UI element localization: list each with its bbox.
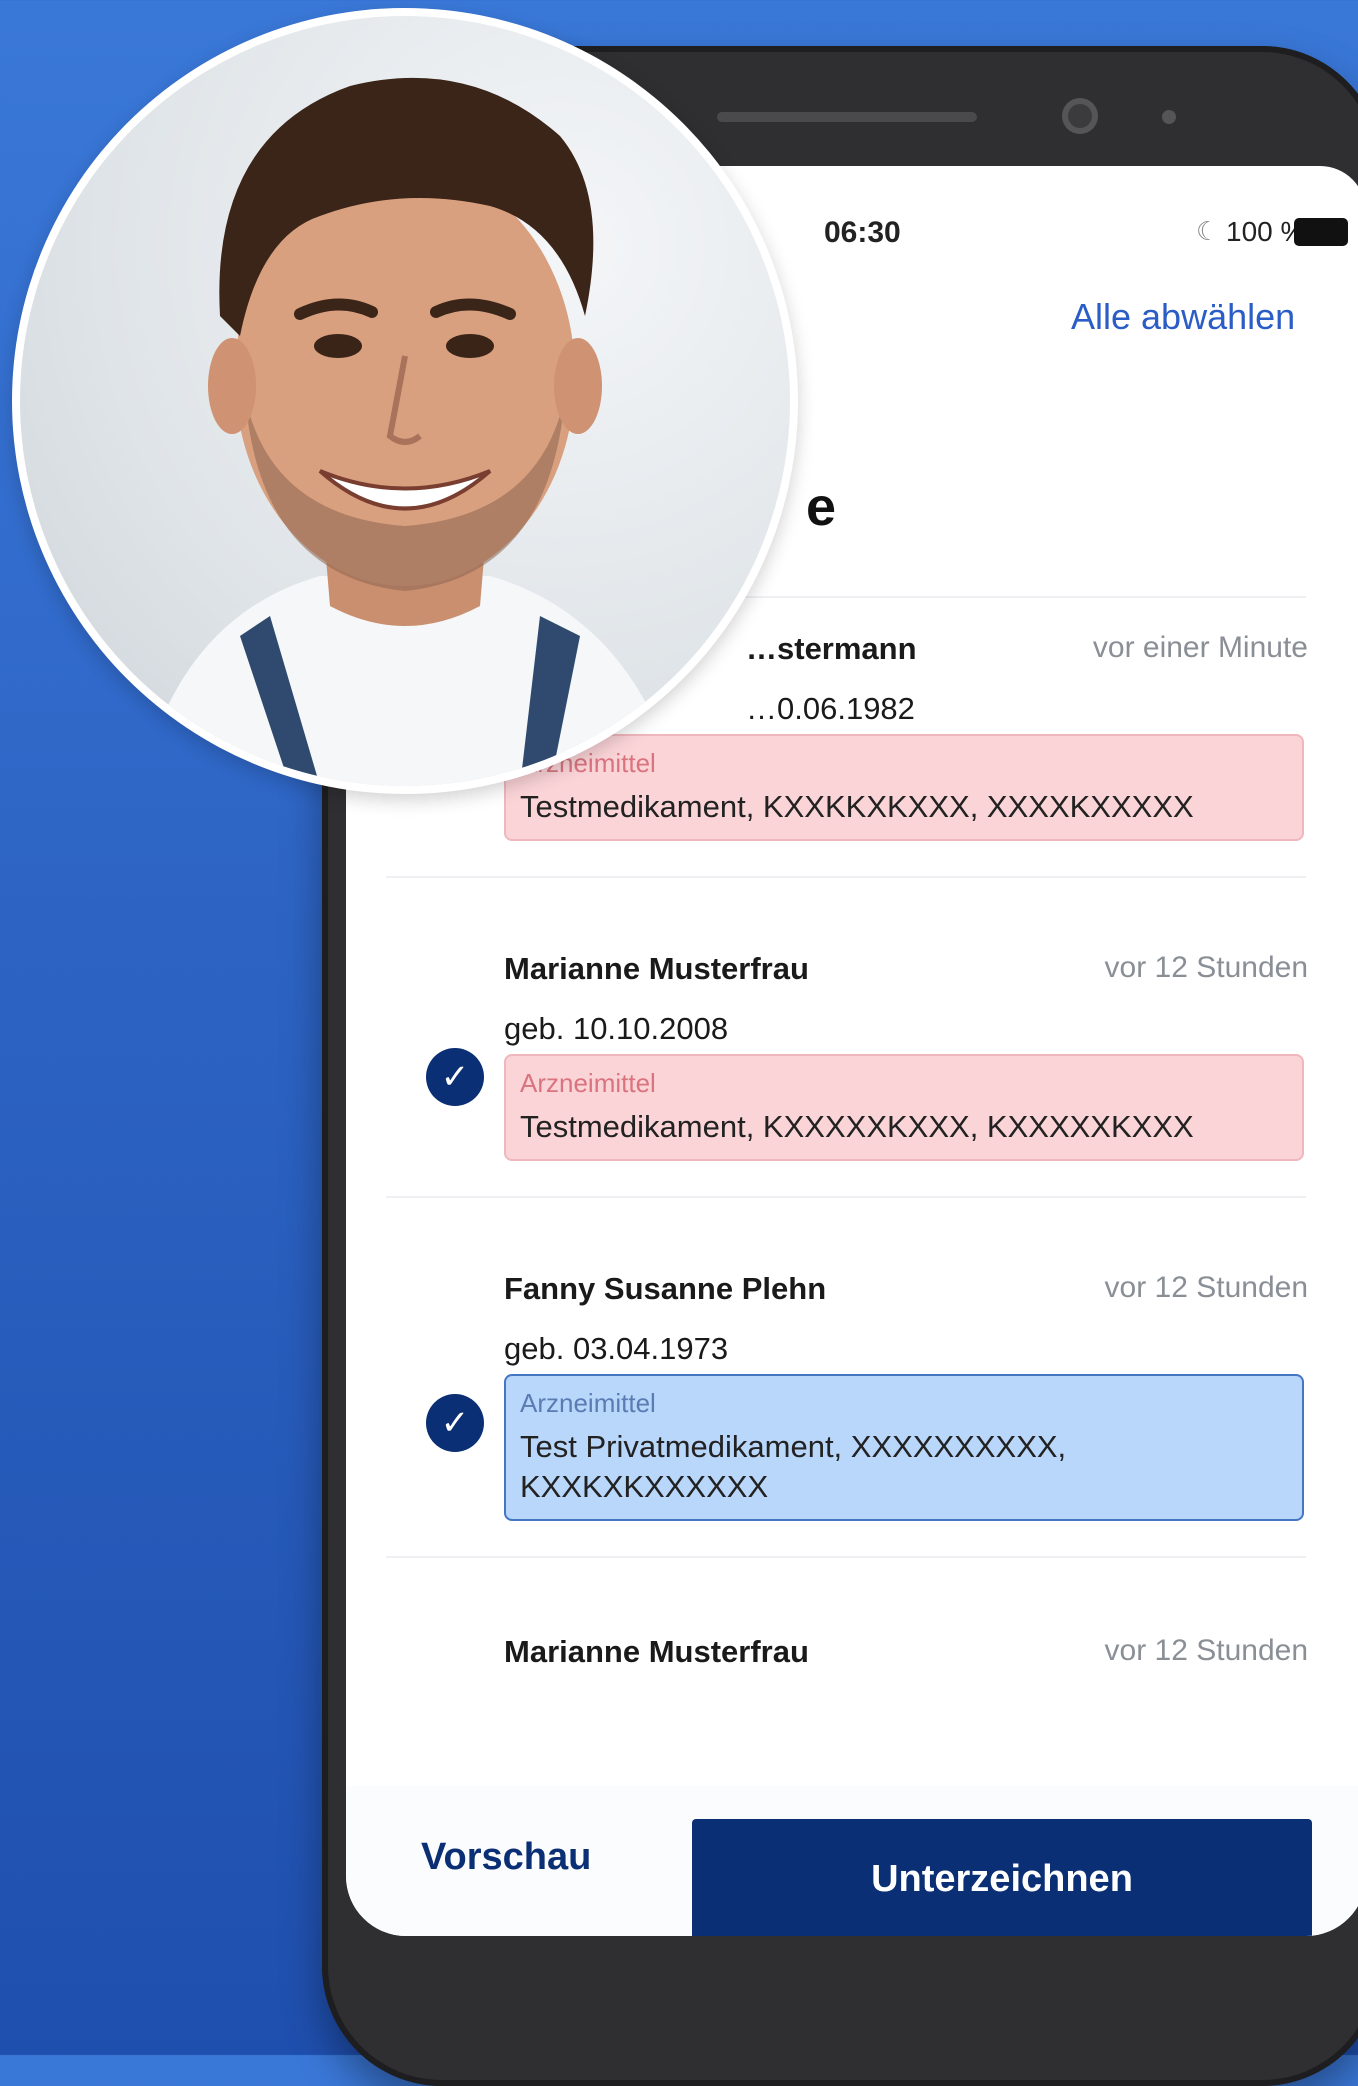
moon-icon: ☾: [1196, 216, 1220, 246]
bottom-action-bar: Vorschau Unterzeichnen: [346, 1786, 1358, 1936]
check-icon[interactable]: ✓: [426, 1048, 484, 1106]
time-ago: vor einer Minute: [1092, 631, 1308, 664]
sign-button[interactable]: Unterzeichnen: [692, 1819, 1312, 1936]
medication-value: Test Privatmedikament, XXXXXXXXXX, KXXKX…: [520, 1429, 1067, 1504]
medication-value: Testmedikament, KXXXXXKXXX, KXXXXXKXXX: [520, 1109, 1194, 1144]
divider: [386, 876, 1306, 878]
patient-name: Marianne Musterfrau: [504, 951, 809, 986]
patient-name: Fanny Susanne Plehn: [504, 1271, 827, 1306]
phone-sensor: [1162, 110, 1176, 124]
medication-label: Arzneimittel: [520, 1388, 656, 1418]
time-ago: vor 12 Stunden: [1104, 1271, 1308, 1304]
medication-box: Arzneimittel Testmedikament, KXXKKXKXXX,…: [504, 734, 1304, 841]
medication-label: Arzneimittel: [520, 748, 656, 778]
preview-button[interactable]: Vorschau: [421, 1836, 591, 1879]
deselect-all-link[interactable]: Alle abwählen: [1071, 296, 1295, 338]
birth-date: geb. 10.10.2008: [504, 1011, 729, 1046]
medication-label: Arzneimittel: [520, 1068, 656, 1098]
portrait-illustration: [140, 77, 680, 786]
phone-camera: [1062, 98, 1098, 134]
birth-date: …0.06.1982: [746, 691, 915, 726]
phone-speaker: [717, 112, 977, 122]
status-time: 06:30: [824, 216, 901, 249]
time-ago: vor 12 Stunden: [1104, 951, 1308, 984]
divider: [386, 1556, 1306, 1558]
time-ago: vor 12 Stunden: [1104, 1634, 1308, 1667]
page-title: e: [806, 477, 837, 537]
medication-box: Arzneimittel Testmedikament, KXXXXXKXXX,…: [504, 1054, 1304, 1161]
medication-value: Testmedikament, KXXKKXKXXX, XXXXKXXXXX: [520, 789, 1194, 824]
birth-date: geb. 03.04.1973: [504, 1331, 729, 1366]
battery-icon: [1294, 218, 1348, 246]
avatar: [12, 8, 798, 794]
patient-name: …stermann: [746, 631, 917, 666]
doctor-portrait-image: [20, 16, 790, 786]
patient-name: Marianne Musterfrau: [504, 1634, 809, 1669]
check-icon[interactable]: ✓: [426, 1394, 484, 1452]
medication-box: Arzneimittel Test Privatmedikament, XXXX…: [504, 1374, 1304, 1521]
divider: [386, 1196, 1306, 1198]
